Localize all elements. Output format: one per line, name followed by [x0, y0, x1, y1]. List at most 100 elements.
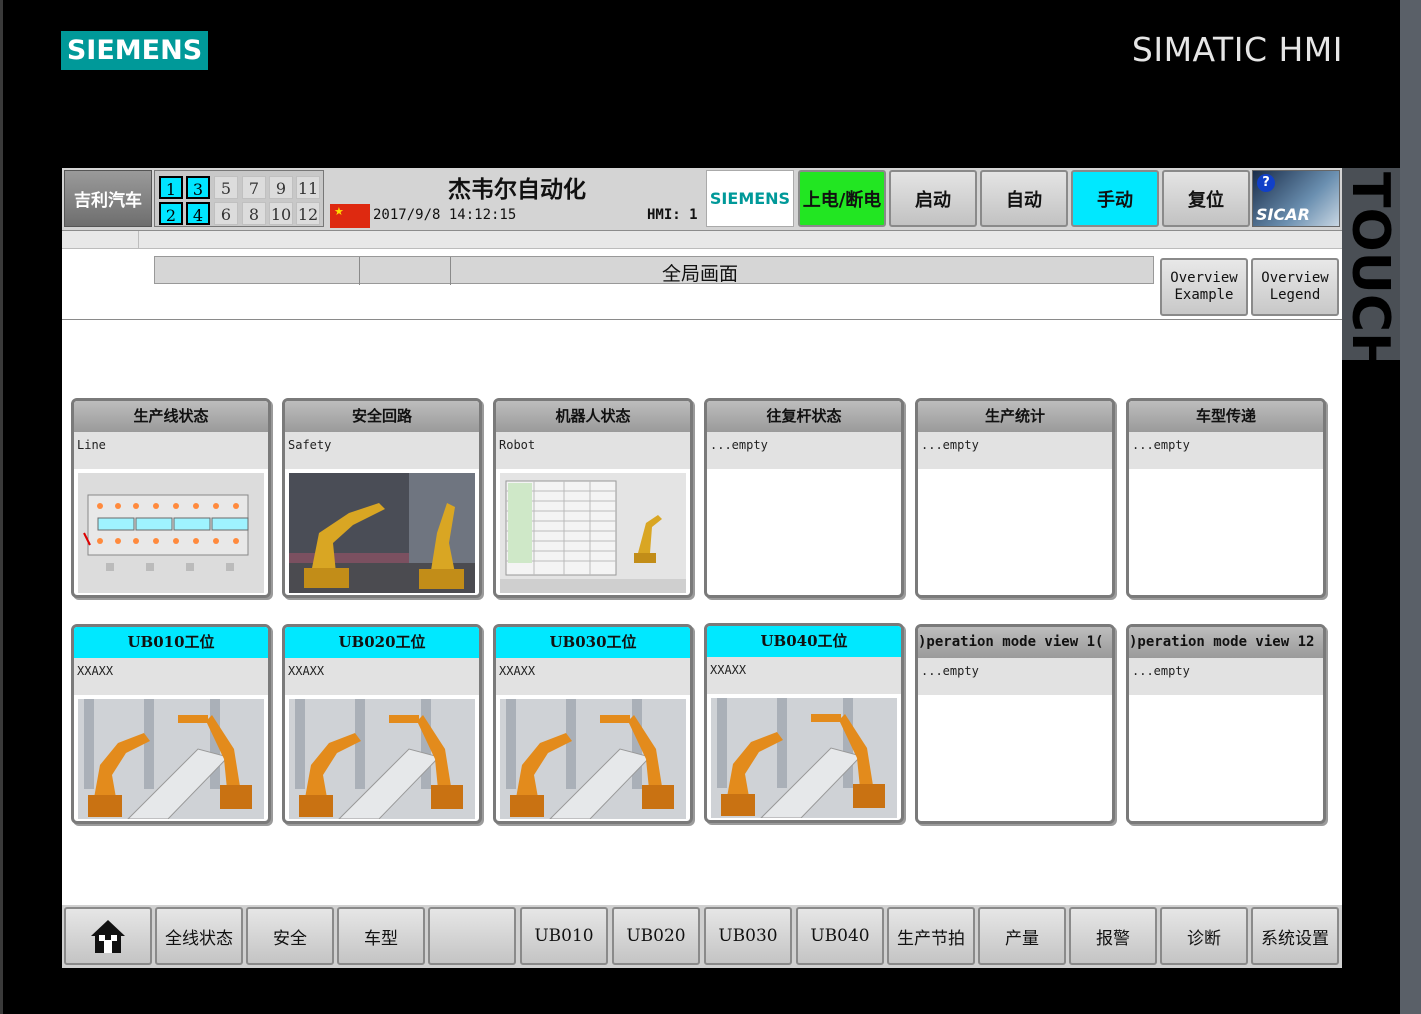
- overview-legend-line2: Legend: [1269, 287, 1321, 303]
- card-ub030[interactable]: UB030工位 XXAXX: [493, 624, 693, 824]
- robot-cell-thumbnail: [711, 698, 897, 818]
- nav-diagnostics[interactable]: 诊断: [1160, 907, 1248, 965]
- card-title: UB030工位: [496, 627, 690, 658]
- nav-ub040[interactable]: UB040: [796, 907, 884, 965]
- home-icon: [91, 920, 125, 953]
- nav-alarms[interactable]: 报警: [1069, 907, 1157, 965]
- line-overview-thumbnail: [78, 473, 264, 593]
- nav-ub030[interactable]: UB030: [704, 907, 792, 965]
- station-11[interactable]: 11: [296, 176, 320, 199]
- sicar-button[interactable]: ? SICAR: [1252, 170, 1340, 227]
- card-shuttle-status[interactable]: 往复杆状态 ...empty: [704, 398, 904, 598]
- station-10[interactable]: 10: [269, 202, 293, 225]
- nav-ub010[interactable]: UB010: [520, 907, 608, 965]
- nav-model[interactable]: 车型: [337, 907, 425, 965]
- card-production-stats[interactable]: 生产统计 ...empty: [915, 398, 1115, 598]
- card-desc: XXAXX: [707, 657, 901, 694]
- nav-system-settings[interactable]: 系统设置: [1251, 907, 1339, 965]
- start-button[interactable]: 启动: [889, 170, 977, 227]
- card-desc: ...empty: [1129, 658, 1323, 695]
- card-desc: ...empty: [1129, 432, 1323, 469]
- siemens-logo: SIEMENS: [61, 31, 208, 70]
- bezel-left-edge: [0, 0, 3, 1014]
- card-title: 安全回路: [285, 401, 479, 432]
- date-time: 2017/9/8 14:12:15: [373, 207, 517, 223]
- station-1[interactable]: 1: [159, 176, 183, 199]
- card-title: UB040工位: [707, 626, 901, 657]
- overview-legend-line1: Overview: [1261, 270, 1329, 286]
- station-6[interactable]: 6: [214, 202, 238, 225]
- status-strip: [62, 231, 1342, 249]
- card-line-status[interactable]: 生产线状态 Line: [71, 398, 271, 598]
- card-operation-mode-view-11[interactable]: )peration mode view 1( ...empty: [915, 624, 1115, 824]
- help-icon[interactable]: ?: [1257, 174, 1275, 192]
- robot-cell-thumbnail: [78, 699, 264, 819]
- card-operation-mode-view-12[interactable]: )peration mode view 12 ...empty: [1126, 624, 1326, 824]
- station-5[interactable]: 5: [214, 176, 238, 199]
- card-title: )peration mode view 1(: [918, 627, 1112, 658]
- home-button[interactable]: [64, 907, 152, 965]
- station-12[interactable]: 12: [296, 202, 320, 225]
- card-desc: ...empty: [918, 658, 1112, 695]
- card-title: 车型传递: [1129, 401, 1323, 432]
- card-title: 生产线状态: [74, 401, 268, 432]
- station-8[interactable]: 8: [242, 202, 266, 225]
- hmi-number: HMI: 1: [647, 207, 698, 223]
- card-desc: XXAXX: [74, 658, 268, 695]
- overview-example-line1: Overview: [1170, 270, 1238, 286]
- nav-output[interactable]: 产量: [978, 907, 1066, 965]
- card-title: UB020工位: [285, 627, 479, 658]
- card-ub020[interactable]: UB020工位 XXAXX: [282, 624, 482, 824]
- robot-cell-thumbnail: [500, 699, 686, 819]
- card-desc: XXAXX: [496, 658, 690, 695]
- robot-cell-thumbnail: [289, 699, 475, 819]
- station-4[interactable]: 4: [186, 202, 210, 225]
- power-button[interactable]: 上电/断电: [798, 170, 886, 227]
- siemens-header-logo: SIEMENS: [706, 170, 794, 227]
- page-title: 杰韦尔自动化: [448, 176, 586, 203]
- card-robot-status[interactable]: 机器人状态 Robot: [493, 398, 693, 598]
- sicar-label: SICAR: [1256, 205, 1310, 224]
- station-selector: 1 3 2 4 5 7 9 11 6 8 10 12: [154, 170, 324, 227]
- station-2[interactable]: 2: [159, 202, 183, 225]
- card-title: 往复杆状态: [707, 401, 901, 432]
- card-desc: Safety: [285, 432, 479, 469]
- screen-title: 全局画面: [661, 263, 738, 285]
- nav-line-status[interactable]: 全线状态: [155, 907, 243, 965]
- station-3[interactable]: 3: [186, 176, 210, 199]
- card-desc: XXAXX: [285, 658, 479, 695]
- nav-ub020[interactable]: UB020: [612, 907, 700, 965]
- card-ub040[interactable]: UB040工位 XXAXX: [704, 623, 904, 823]
- bezel-right-edge: [1400, 0, 1421, 1014]
- card-desc: Line: [74, 432, 268, 469]
- station-7[interactable]: 7: [242, 176, 266, 199]
- nav-cycle-time[interactable]: 生产节拍: [887, 907, 975, 965]
- robot-photo-thumbnail: [289, 473, 475, 593]
- touch-label: TOUCH: [1340, 172, 1400, 376]
- nav-safety[interactable]: 安全: [246, 907, 334, 965]
- manual-button[interactable]: 手动: [1071, 170, 1159, 227]
- station-9[interactable]: 9: [269, 176, 293, 199]
- nav-blank[interactable]: [428, 907, 516, 965]
- card-desc: Robot: [496, 432, 690, 469]
- reset-button[interactable]: 复位: [1162, 170, 1250, 227]
- overview-example-line2: Example: [1174, 287, 1234, 303]
- overview-legend-button[interactable]: Overview Legend: [1251, 258, 1339, 316]
- card-desc: ...empty: [918, 432, 1112, 469]
- card-safety[interactable]: 安全回路 Safety: [282, 398, 482, 598]
- card-title: )peration mode view 12: [1129, 627, 1323, 658]
- card-title: 机器人状态: [496, 401, 690, 432]
- card-title: UB010工位: [74, 627, 268, 658]
- company-logo-button[interactable]: 吉利汽车: [64, 170, 152, 227]
- auto-button[interactable]: 自动: [980, 170, 1068, 227]
- card-desc: ...empty: [707, 432, 901, 469]
- card-model-transfer[interactable]: 车型传递 ...empty: [1126, 398, 1326, 598]
- overview-example-button[interactable]: Overview Example: [1160, 258, 1248, 316]
- bottom-nav: 全线状态 安全 车型 UB010 UB020 UB030 UB040 生产节拍 …: [62, 905, 1342, 968]
- china-flag-icon[interactable]: ★: [330, 204, 370, 228]
- robot-table-thumbnail: [500, 473, 686, 593]
- simatic-hmi-label: SIMATIC HMI: [1131, 30, 1343, 69]
- hmi-screen: 吉利汽车 1 3 2 4 5 7 9 11 6 8 10 12 杰韦尔自动化 ★…: [62, 168, 1342, 968]
- card-ub010[interactable]: UB010工位 XXAXX: [71, 624, 271, 824]
- divider: [62, 319, 1342, 320]
